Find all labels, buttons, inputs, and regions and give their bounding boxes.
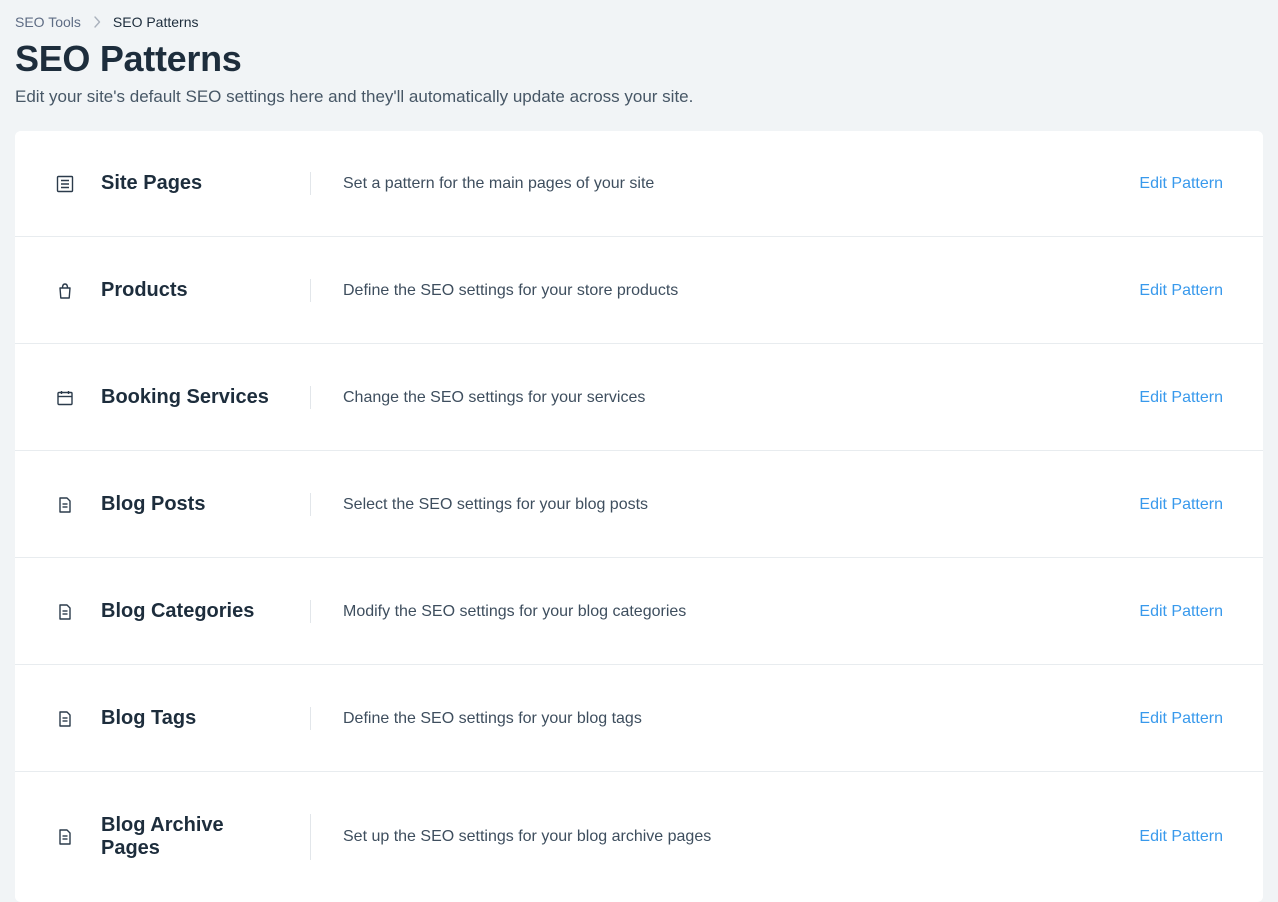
document-icon	[55, 827, 75, 847]
document-icon	[55, 602, 75, 622]
edit-pattern-link[interactable]: Edit Pattern	[1139, 175, 1223, 193]
pattern-title: Booking Services	[101, 386, 286, 409]
edit-pattern-link[interactable]: Edit Pattern	[1139, 710, 1223, 728]
pattern-row-products[interactable]: Products Define the SEO settings for you…	[15, 238, 1263, 344]
edit-pattern-link[interactable]: Edit Pattern	[1139, 603, 1223, 621]
pattern-row-blog-archive[interactable]: Blog Archive Pages Set up the SEO settin…	[15, 773, 1263, 901]
edit-pattern-link[interactable]: Edit Pattern	[1139, 282, 1223, 300]
pattern-description: Change the SEO settings for your service…	[311, 389, 1139, 407]
pattern-description: Define the SEO settings for your blog ta…	[311, 710, 1139, 728]
pattern-description: Set up the SEO settings for your blog ar…	[311, 828, 1139, 846]
document-icon	[55, 709, 75, 729]
page-subtitle: Edit your site's default SEO settings he…	[15, 87, 1263, 107]
edit-pattern-link[interactable]: Edit Pattern	[1139, 496, 1223, 514]
pattern-title: Blog Posts	[101, 493, 286, 516]
chevron-right-icon	[93, 16, 101, 28]
pattern-row-booking[interactable]: Booking Services Change the SEO settings…	[15, 345, 1263, 451]
document-icon	[55, 495, 75, 515]
page-icon	[55, 174, 75, 194]
pattern-row-site-pages[interactable]: Site Pages Set a pattern for the main pa…	[15, 131, 1263, 237]
edit-pattern-link[interactable]: Edit Pattern	[1139, 389, 1223, 407]
bag-icon	[55, 281, 75, 301]
pattern-row-blog-categories[interactable]: Blog Categories Modify the SEO settings …	[15, 559, 1263, 665]
breadcrumb-current: SEO Patterns	[113, 14, 199, 30]
edit-pattern-link[interactable]: Edit Pattern	[1139, 828, 1223, 846]
calendar-icon	[55, 388, 75, 408]
patterns-list: Site Pages Set a pattern for the main pa…	[15, 131, 1263, 902]
pattern-title: Blog Categories	[101, 600, 286, 623]
pattern-row-blog-posts[interactable]: Blog Posts Select the SEO settings for y…	[15, 452, 1263, 558]
pattern-row-blog-tags[interactable]: Blog Tags Define the SEO settings for yo…	[15, 666, 1263, 772]
pattern-description: Define the SEO settings for your store p…	[311, 282, 1139, 300]
pattern-title: Products	[101, 279, 286, 302]
breadcrumb-parent[interactable]: SEO Tools	[15, 14, 81, 30]
pattern-title: Site Pages	[101, 172, 286, 195]
pattern-title: Blog Tags	[101, 707, 286, 730]
pattern-description: Set a pattern for the main pages of your…	[311, 175, 1139, 193]
pattern-title: Blog Archive Pages	[101, 814, 286, 860]
pattern-description: Modify the SEO settings for your blog ca…	[311, 603, 1139, 621]
page-title: SEO Patterns	[15, 38, 1263, 80]
breadcrumb: SEO Tools SEO Patterns	[15, 14, 1263, 30]
pattern-description: Select the SEO settings for your blog po…	[311, 496, 1139, 514]
